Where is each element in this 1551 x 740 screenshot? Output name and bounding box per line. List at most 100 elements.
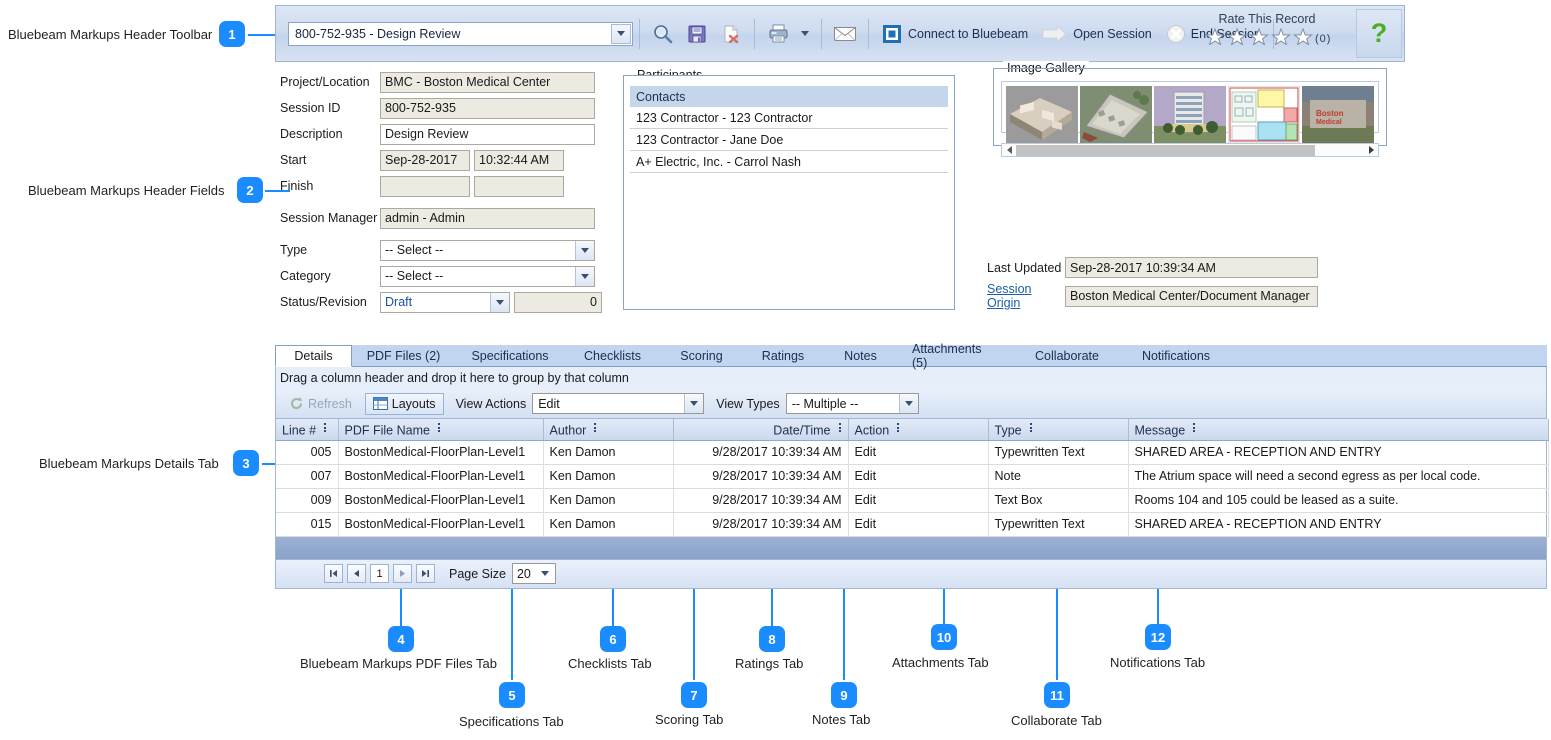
type-chevron-down-icon[interactable] xyxy=(575,240,594,260)
pager-prev-button[interactable] xyxy=(347,564,366,583)
tab-pdf-files[interactable]: PDF Files (2) xyxy=(352,345,455,367)
participants-column-header[interactable]: Contacts xyxy=(630,86,948,107)
gallery-horizontal-scrollbar[interactable] xyxy=(1001,143,1379,157)
status-chevron-down-icon[interactable] xyxy=(490,292,509,312)
gallery-scroll-right-icon[interactable] xyxy=(1364,144,1378,156)
tab-ratings[interactable]: Ratings xyxy=(743,345,823,367)
revision-input[interactable]: 0 xyxy=(514,291,602,313)
gallery-thumbnail-apartment-complex-aerial[interactable] xyxy=(1080,86,1152,143)
tab-notes[interactable]: Notes xyxy=(823,345,898,367)
column-header-author[interactable]: Author xyxy=(543,419,674,441)
view-types-label: View Types xyxy=(716,396,780,411)
rating-stars[interactable]: (0) xyxy=(1182,27,1352,50)
group-by-drop-area[interactable]: Drag a column header and drop it here to… xyxy=(275,367,1547,389)
column-header-action[interactable]: Action xyxy=(848,419,989,441)
column-label: Action xyxy=(854,422,890,437)
tab-details[interactable]: Details xyxy=(275,345,352,367)
field-label: Status/Revision xyxy=(280,295,367,309)
view-types-select[interactable]: -- Multiple -- xyxy=(785,393,919,414)
gallery-scroll-left-icon[interactable] xyxy=(1002,144,1016,156)
tab-collaborate[interactable]: Collaborate xyxy=(1013,345,1121,367)
page-size-select[interactable]: 20 xyxy=(511,563,556,584)
tab-scoring[interactable]: Scoring xyxy=(660,345,743,367)
session-select[interactable]: 800-752-935 - Design Review xyxy=(288,21,633,46)
tab-checklists[interactable]: Checklists xyxy=(565,345,660,367)
refresh-button[interactable]: Refresh xyxy=(282,393,359,414)
tab-specifications[interactable]: Specifications xyxy=(455,345,565,367)
session-manager-input[interactable]: admin - Admin xyxy=(380,207,595,229)
email-icon[interactable] xyxy=(830,19,860,49)
column-label: Author xyxy=(549,422,587,437)
participant-row[interactable]: 123 Contractor - 123 Contractor xyxy=(630,107,948,129)
status-select[interactable]: Draft xyxy=(380,291,510,313)
view-types-value: -- Multiple -- xyxy=(791,396,859,411)
column-header-message[interactable]: Message xyxy=(1128,419,1549,441)
column-label: Date/Time xyxy=(773,422,831,437)
session-origin-value: Boston Medical Center/Document Manager xyxy=(1065,285,1318,307)
category-chevron-down-icon[interactable] xyxy=(575,266,594,286)
participant-row[interactable]: A+ Electric, Inc. - Carrol Nash xyxy=(630,151,948,173)
cell-pdf-file-name: BostonMedical-FloorPlan-Level1 xyxy=(338,512,544,537)
field-label: Session ID xyxy=(280,101,341,115)
column-header-type[interactable]: Type xyxy=(988,419,1129,441)
cell-author: Ken Damon xyxy=(543,464,674,489)
pager-first-button[interactable] xyxy=(324,564,343,583)
start-time-input[interactable]: 10:32:44 AM xyxy=(474,149,564,171)
annotation-label-6: Checklists Tab xyxy=(568,656,652,671)
column-header-line[interactable]: Line # xyxy=(276,419,339,441)
last-page-icon xyxy=(422,570,429,577)
print-icon[interactable] xyxy=(763,19,793,49)
gallery-thumbnail-boston-medical-signage[interactable]: Boston Medical xyxy=(1302,86,1374,143)
annotation-badge-8: 8 xyxy=(759,626,785,652)
gallery-scroll-thumb[interactable] xyxy=(1016,144,1316,156)
field-label: Start xyxy=(280,153,307,167)
svg-text:Boston: Boston xyxy=(1316,109,1344,118)
pager-current-page[interactable]: 1 xyxy=(370,564,389,583)
delete-document-icon[interactable] xyxy=(716,19,746,49)
column-header-datetime[interactable]: Date/Time xyxy=(673,419,849,441)
session-origin-link[interactable]: Session Origin xyxy=(987,282,1065,310)
annotation-badge-6: 6 xyxy=(600,626,626,652)
gallery-thumbnail-highrise-building-render[interactable] xyxy=(1154,86,1226,143)
pager-next-button[interactable] xyxy=(393,564,412,583)
gallery-thumbnail-floorplan-3d-render[interactable] xyxy=(1006,86,1078,143)
field-label: Session Manager xyxy=(280,211,380,225)
save-icon[interactable] xyxy=(682,19,712,49)
field-category: Category -- Select -- xyxy=(280,265,610,287)
open-session-button[interactable]: Open Session xyxy=(1042,24,1152,43)
page-size-chevron-down-icon[interactable] xyxy=(537,565,554,582)
help-button[interactable]: ? xyxy=(1356,9,1402,58)
connect-to-bluebeam-button[interactable]: Connect to Bluebeam xyxy=(881,23,1028,45)
field-status-revision: Status/Revision Draft 0 xyxy=(280,291,610,313)
gallery-thumbnail-color-coded-floorplan[interactable] xyxy=(1228,86,1300,143)
table-row[interactable]: 009 BostonMedical-FloorPlan-Level1 Ken D… xyxy=(276,488,1549,513)
cell-action: Edit xyxy=(848,464,989,489)
table-row[interactable]: 015 BostonMedical-FloorPlan-Level1 Ken D… xyxy=(276,512,1549,537)
view-types-chevron-down-icon[interactable] xyxy=(898,394,918,413)
view-actions-select[interactable]: Edit xyxy=(532,393,705,414)
tab-attachments[interactable]: Attachments (5) xyxy=(898,342,1013,370)
search-icon[interactable] xyxy=(648,19,678,49)
session-id-input[interactable]: 800-752-935 xyxy=(380,97,595,119)
session-select-chevron-down-icon[interactable] xyxy=(611,23,631,44)
finish-date-input[interactable] xyxy=(380,175,470,197)
print-dropdown-icon[interactable] xyxy=(797,19,813,49)
project-location-input[interactable]: BMC - Boston Medical Center xyxy=(380,71,595,93)
finish-time-input[interactable] xyxy=(474,175,564,197)
layouts-button[interactable]: Layouts xyxy=(364,392,444,415)
table-row[interactable]: 005 BostonMedical-FloorPlan-Level1 Ken D… xyxy=(276,440,1549,465)
description-input[interactable]: Design Review xyxy=(380,123,595,145)
pager-last-button[interactable] xyxy=(416,564,435,583)
annotation-label-2: Bluebeam Markups Header Fields xyxy=(28,183,225,198)
participant-row[interactable]: 123 Contractor - Jane Doe xyxy=(630,129,948,151)
view-actions-chevron-down-icon[interactable] xyxy=(684,394,704,413)
type-select[interactable]: -- Select -- xyxy=(380,239,595,261)
start-date-input[interactable]: Sep-28-2017 xyxy=(380,149,470,171)
category-select[interactable]: -- Select -- xyxy=(380,265,595,287)
last-updated-value: Sep-28-2017 10:39:34 AM xyxy=(1065,257,1318,278)
gallery-scroll-track[interactable] xyxy=(1016,144,1364,156)
table-row[interactable]: 007 BostonMedical-FloorPlan-Level1 Ken D… xyxy=(276,464,1549,489)
column-header-pdf-file-name[interactable]: PDF File Name xyxy=(338,419,544,441)
category-select-value: -- Select -- xyxy=(385,269,444,283)
tab-notifications[interactable]: Notifications xyxy=(1121,345,1231,367)
